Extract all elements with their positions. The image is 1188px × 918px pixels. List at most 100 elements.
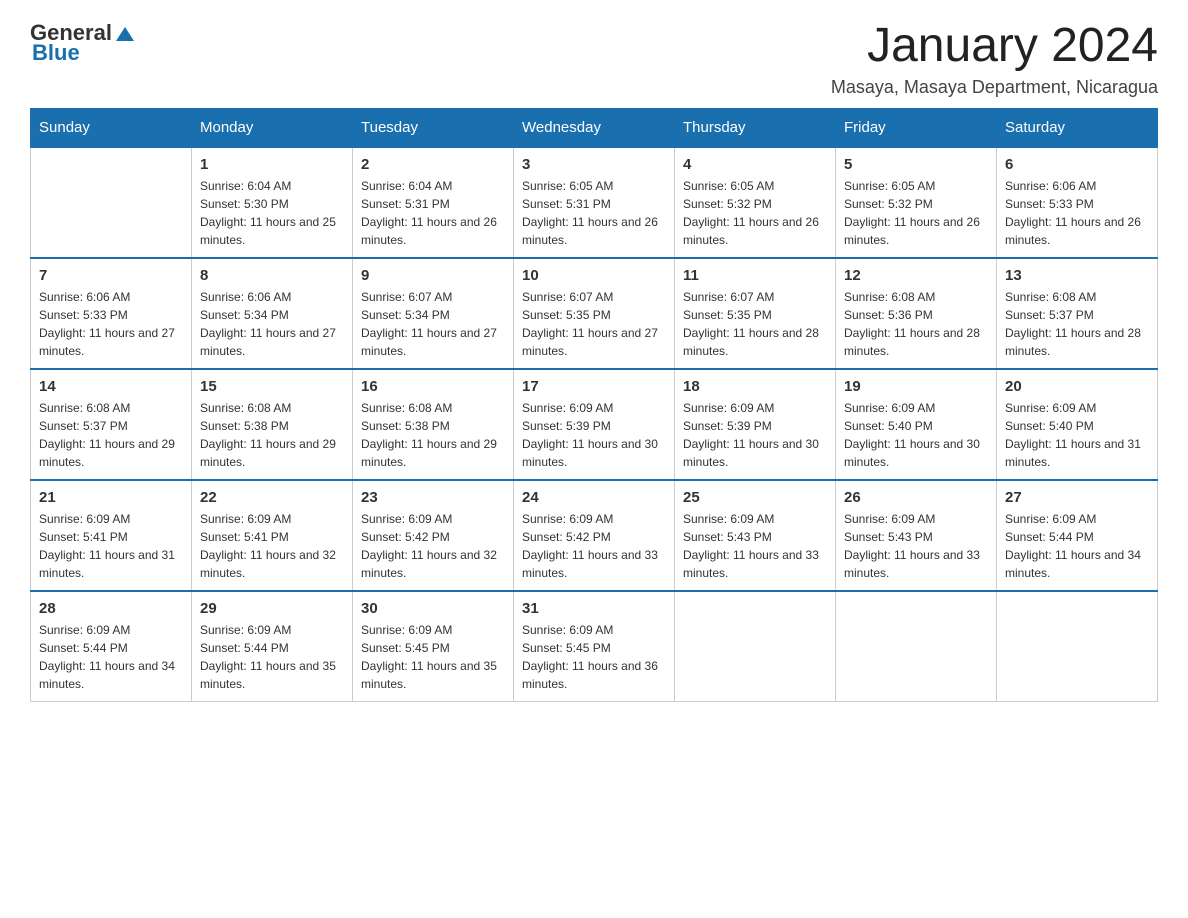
calendar-cell: 6 Sunrise: 6:06 AMSunset: 5:33 PMDaylight… [997, 147, 1158, 258]
day-info: Sunrise: 6:09 AMSunset: 5:44 PMDaylight:… [39, 621, 183, 693]
day-number: 13 [1005, 267, 1149, 284]
calendar-body: 1 Sunrise: 6:04 AMSunset: 5:30 PMDaylight… [31, 147, 1158, 702]
day-number: 20 [1005, 378, 1149, 395]
calendar-cell: 20 Sunrise: 6:09 AMSunset: 5:40 PMDayligh… [997, 369, 1158, 480]
day-info: Sunrise: 6:09 AMSunset: 5:42 PMDaylight:… [522, 510, 666, 582]
calendar-table: SundayMondayTuesdayWednesdayThursdayFrid… [30, 108, 1158, 702]
calendar-week-row: 7Sunrise: 6:06 AMSunset: 5:33 PMDaylight… [31, 258, 1158, 369]
calendar-cell [675, 591, 836, 702]
day-info: Sunrise: 6:09 AMSunset: 5:44 PMDaylight:… [200, 621, 344, 693]
calendar-cell: 5 Sunrise: 6:05 AMSunset: 5:32 PMDaylight… [836, 147, 997, 258]
calendar-week-row: 28 Sunrise: 6:09 AMSunset: 5:44 PMDayligh… [31, 591, 1158, 702]
calendar-cell: 7Sunrise: 6:06 AMSunset: 5:33 PMDaylight… [31, 258, 192, 369]
calendar-cell: 30 Sunrise: 6:09 AMSunset: 5:45 PMDayligh… [353, 591, 514, 702]
calendar-cell [31, 147, 192, 258]
logo: General Blue [30, 20, 136, 66]
calendar-week-row: 14 Sunrise: 6:08 AMSunset: 5:37 PMDayligh… [31, 369, 1158, 480]
calendar-cell: 24 Sunrise: 6:09 AMSunset: 5:42 PMDayligh… [514, 480, 675, 591]
day-number: 12 [844, 267, 988, 284]
calendar-cell: 29 Sunrise: 6:09 AMSunset: 5:44 PMDayligh… [192, 591, 353, 702]
calendar-cell: 27Sunrise: 6:09 AMSunset: 5:44 PMDayligh… [997, 480, 1158, 591]
calendar-header: SundayMondayTuesdayWednesdayThursdayFrid… [31, 108, 1158, 147]
day-info: Sunrise: 6:04 AMSunset: 5:30 PMDaylight:… [200, 177, 344, 249]
calendar-cell: 18 Sunrise: 6:09 AMSunset: 5:39 PMDayligh… [675, 369, 836, 480]
day-info: Sunrise: 6:09 AMSunset: 5:43 PMDaylight:… [683, 510, 827, 582]
day-info: Sunrise: 6:09 AMSunset: 5:43 PMDaylight:… [844, 510, 988, 582]
day-info: Sunrise: 6:09 AMSunset: 5:41 PMDaylight:… [200, 510, 344, 582]
weekday-header-monday: Monday [192, 108, 353, 147]
day-info: Sunrise: 6:09 AMSunset: 5:41 PMDaylight:… [39, 510, 183, 582]
weekday-header-friday: Friday [836, 108, 997, 147]
weekday-header-saturday: Saturday [997, 108, 1158, 147]
day-number: 29 [200, 600, 344, 617]
day-info: Sunrise: 6:08 AMSunset: 5:38 PMDaylight:… [361, 399, 505, 471]
calendar-cell: 26 Sunrise: 6:09 AMSunset: 5:43 PMDayligh… [836, 480, 997, 591]
calendar-cell: 10 Sunrise: 6:07 AMSunset: 5:35 PMDayligh… [514, 258, 675, 369]
day-number: 2 [361, 156, 505, 173]
calendar-cell: 21 Sunrise: 6:09 AMSunset: 5:41 PMDayligh… [31, 480, 192, 591]
day-number: 15 [200, 378, 344, 395]
calendar-cell: 15 Sunrise: 6:08 AMSunset: 5:38 PMDayligh… [192, 369, 353, 480]
weekday-header-sunday: Sunday [31, 108, 192, 147]
calendar-cell: 16Sunrise: 6:08 AMSunset: 5:38 PMDayligh… [353, 369, 514, 480]
calendar-week-row: 21 Sunrise: 6:09 AMSunset: 5:41 PMDayligh… [31, 480, 1158, 591]
day-number: 6 [1005, 156, 1149, 173]
day-info: Sunrise: 6:06 AMSunset: 5:34 PMDaylight:… [200, 288, 344, 360]
day-number: 25 [683, 489, 827, 506]
day-info: Sunrise: 6:06 AMSunset: 5:33 PMDaylight:… [1005, 177, 1149, 249]
day-number: 9 [361, 267, 505, 284]
day-number: 21 [39, 489, 183, 506]
day-info: Sunrise: 6:09 AMSunset: 5:39 PMDaylight:… [683, 399, 827, 471]
day-number: 26 [844, 489, 988, 506]
calendar-cell: 9 Sunrise: 6:07 AMSunset: 5:34 PMDaylight… [353, 258, 514, 369]
day-info: Sunrise: 6:09 AMSunset: 5:45 PMDaylight:… [522, 621, 666, 693]
calendar-cell: 8Sunrise: 6:06 AMSunset: 5:34 PMDaylight… [192, 258, 353, 369]
title-block: January 2024 Masaya, Masaya Department, … [831, 20, 1158, 98]
day-info: Sunrise: 6:08 AMSunset: 5:37 PMDaylight:… [39, 399, 183, 471]
calendar-cell: 31Sunrise: 6:09 AMSunset: 5:45 PMDayligh… [514, 591, 675, 702]
logo-blue-text: Blue [32, 40, 80, 66]
calendar-cell: 1 Sunrise: 6:04 AMSunset: 5:30 PMDaylight… [192, 147, 353, 258]
day-number: 19 [844, 378, 988, 395]
day-info: Sunrise: 6:05 AMSunset: 5:32 PMDaylight:… [683, 177, 827, 249]
day-info: Sunrise: 6:09 AMSunset: 5:39 PMDaylight:… [522, 399, 666, 471]
day-number: 28 [39, 600, 183, 617]
day-info: Sunrise: 6:07 AMSunset: 5:34 PMDaylight:… [361, 288, 505, 360]
weekday-header-tuesday: Tuesday [353, 108, 514, 147]
day-number: 11 [683, 267, 827, 284]
logo-triangle-icon [114, 23, 136, 45]
calendar-cell: 12 Sunrise: 6:08 AMSunset: 5:36 PMDayligh… [836, 258, 997, 369]
day-number: 4 [683, 156, 827, 173]
day-number: 5 [844, 156, 988, 173]
calendar-cell: 19 Sunrise: 6:09 AMSunset: 5:40 PMDayligh… [836, 369, 997, 480]
calendar-week-row: 1 Sunrise: 6:04 AMSunset: 5:30 PMDaylight… [31, 147, 1158, 258]
day-number: 10 [522, 267, 666, 284]
day-info: Sunrise: 6:08 AMSunset: 5:37 PMDaylight:… [1005, 288, 1149, 360]
day-number: 24 [522, 489, 666, 506]
month-title: January 2024 [831, 20, 1158, 73]
day-number: 23 [361, 489, 505, 506]
day-info: Sunrise: 6:09 AMSunset: 5:42 PMDaylight:… [361, 510, 505, 582]
calendar-cell: 23 Sunrise: 6:09 AMSunset: 5:42 PMDayligh… [353, 480, 514, 591]
location-subtitle: Masaya, Masaya Department, Nicaragua [831, 77, 1158, 98]
day-number: 1 [200, 156, 344, 173]
calendar-cell: 4 Sunrise: 6:05 AMSunset: 5:32 PMDaylight… [675, 147, 836, 258]
day-info: Sunrise: 6:05 AMSunset: 5:32 PMDaylight:… [844, 177, 988, 249]
day-info: Sunrise: 6:04 AMSunset: 5:31 PMDaylight:… [361, 177, 505, 249]
day-info: Sunrise: 6:09 AMSunset: 5:45 PMDaylight:… [361, 621, 505, 693]
calendar-cell: 28 Sunrise: 6:09 AMSunset: 5:44 PMDayligh… [31, 591, 192, 702]
day-info: Sunrise: 6:07 AMSunset: 5:35 PMDaylight:… [522, 288, 666, 360]
day-number: 14 [39, 378, 183, 395]
day-info: Sunrise: 6:09 AMSunset: 5:40 PMDaylight:… [844, 399, 988, 471]
weekday-header-thursday: Thursday [675, 108, 836, 147]
page-header: General Blue January 2024 Masaya, Masaya… [30, 20, 1158, 98]
day-number: 18 [683, 378, 827, 395]
calendar-cell [997, 591, 1158, 702]
day-number: 30 [361, 600, 505, 617]
day-info: Sunrise: 6:08 AMSunset: 5:38 PMDaylight:… [200, 399, 344, 471]
weekday-header-row: SundayMondayTuesdayWednesdayThursdayFrid… [31, 108, 1158, 147]
weekday-header-wednesday: Wednesday [514, 108, 675, 147]
calendar-cell: 2 Sunrise: 6:04 AMSunset: 5:31 PMDaylight… [353, 147, 514, 258]
day-info: Sunrise: 6:08 AMSunset: 5:36 PMDaylight:… [844, 288, 988, 360]
day-info: Sunrise: 6:09 AMSunset: 5:40 PMDaylight:… [1005, 399, 1149, 471]
